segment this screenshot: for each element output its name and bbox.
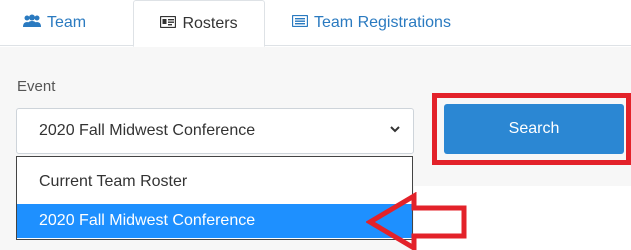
event-option-2020-fall-midwest-conference[interactable]: 2020 Fall Midwest Conference <box>17 204 412 238</box>
event-option-current-team-roster[interactable]: Current Team Roster <box>17 165 412 199</box>
chevron-down-icon <box>390 126 400 133</box>
event-dropdown-list: Current Team Roster 2020 Fall Midwest Co… <box>16 156 413 240</box>
users-icon <box>23 14 41 33</box>
event-label: Event <box>17 78 56 95</box>
tab-rosters-label: Rosters <box>182 14 238 32</box>
tab-team-registrations-label: Team Registrations <box>314 14 451 31</box>
list-icon <box>291 14 309 32</box>
event-select[interactable]: 2020 Fall Midwest Conference <box>16 108 414 154</box>
tab-team[interactable]: Team <box>23 0 86 46</box>
id-card-icon <box>160 15 177 33</box>
annotation-arrow-icon <box>366 192 467 250</box>
annotation-highlight-box <box>432 93 631 165</box>
tab-rosters[interactable]: Rosters <box>133 0 265 47</box>
tab-team-label: Team <box>47 14 87 31</box>
event-select-value: 2020 Fall Midwest Conference <box>39 122 256 139</box>
tab-bar: Team Rosters Team Registrations <box>0 0 631 47</box>
tab-team-registrations[interactable]: Team Registrations <box>291 0 451 46</box>
